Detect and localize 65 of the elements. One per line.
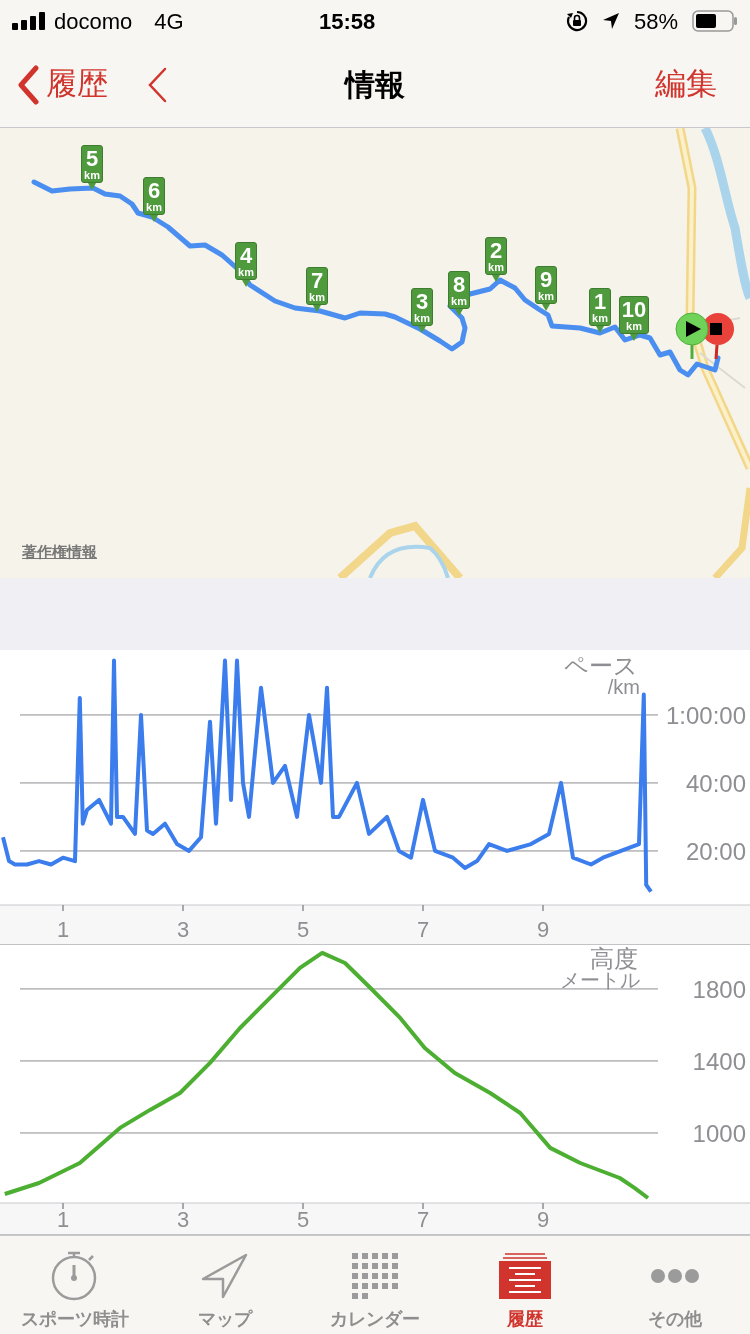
y-tick-label: 1:00:00 — [665, 701, 746, 729]
tab[interactable]: マップ — [150, 1236, 300, 1334]
marker-number: 6 — [147, 180, 161, 202]
marker-number: 3 — [415, 291, 429, 313]
battery-percentage: 58% — [633, 7, 678, 36]
marker-number: 4 — [239, 245, 253, 267]
marker-unit: km — [309, 292, 325, 303]
marker-number: 7 — [310, 270, 324, 292]
y-tick-label: 20:00 — [685, 837, 746, 865]
tab[interactable]: カレンダー — [300, 1236, 450, 1334]
marker-unit: km — [451, 296, 467, 307]
back-button[interactable]: 履歴 — [16, 61, 108, 108]
marker-number: 5 — [85, 148, 99, 170]
y-tick-label: 40:00 — [685, 769, 746, 797]
y-tick-label: 1400 — [692, 1047, 746, 1075]
x-tick-label: 9 — [536, 1207, 550, 1232]
copyright-link[interactable]: 著作権情報 — [22, 541, 97, 564]
axis-unit-label: メートル — [560, 969, 640, 991]
marker-number: 10 — [621, 299, 647, 321]
marker-unit: km — [488, 262, 504, 273]
tab[interactable]: スポーツ時計 — [0, 1236, 150, 1334]
marker-number: 2 — [489, 240, 503, 262]
network-type: 4G — [154, 7, 184, 36]
chevron-left-icon — [146, 65, 168, 104]
x-tick-label: 5 — [296, 917, 310, 942]
screen-title: 情報 — [345, 67, 405, 103]
marker-number: 9 — [539, 269, 553, 291]
marker-number: 8 — [452, 274, 466, 296]
marker-unit: km — [146, 202, 162, 213]
marker-unit: km — [84, 170, 100, 181]
x-tick-label: 7 — [416, 1207, 430, 1232]
axis-unit-label: /km — [607, 676, 640, 698]
location-arrow-icon — [601, 12, 620, 30]
marker-number: 1 — [593, 291, 607, 313]
x-tick-label: 3 — [176, 917, 190, 942]
marker-unit: km — [538, 291, 554, 302]
rotation-lock-icon — [565, 10, 588, 32]
marker-unit: km — [238, 267, 254, 278]
history-list-icon — [499, 1253, 551, 1299]
navigation-arrow-icon — [201, 1253, 249, 1299]
tab[interactable]: その他 — [600, 1236, 750, 1334]
marker-unit: km — [592, 313, 608, 324]
more-icon — [650, 1268, 700, 1284]
marker-unit: km — [414, 313, 430, 324]
x-tick-label: 1 — [56, 917, 70, 942]
y-tick-label: 1000 — [692, 1119, 746, 1147]
clock-time: 15:58 — [319, 7, 376, 36]
chart-title: ペース — [564, 652, 638, 679]
carrier-name: docomo — [54, 7, 133, 36]
chevron-left-icon — [16, 64, 40, 105]
chart-title: 高度 — [590, 945, 638, 972]
signal-icon — [12, 12, 48, 30]
battery-icon — [692, 10, 738, 32]
x-tick-label: 3 — [176, 1207, 190, 1232]
marker-unit: km — [626, 321, 642, 332]
x-tick-label: 1 — [56, 1207, 70, 1232]
tab[interactable]: 履歴 — [450, 1236, 600, 1334]
edit-button[interactable]: 編集 — [655, 61, 717, 108]
previous-button[interactable] — [146, 65, 168, 104]
start-pin-icon — [674, 311, 710, 359]
y-tick-label: 1800 — [692, 975, 746, 1003]
calendar-grid-icon — [352, 1253, 398, 1299]
x-tick-label: 5 — [296, 1207, 310, 1232]
x-tick-label: 9 — [536, 917, 550, 942]
x-tick-label: 7 — [416, 917, 430, 942]
